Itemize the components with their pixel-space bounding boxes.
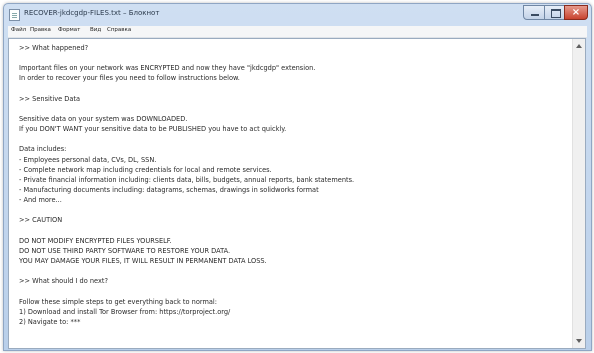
menu-file[interactable]: Файл: [11, 27, 26, 33]
document-line: - Manufacturing documents including: dat…: [19, 185, 319, 194]
menu-help[interactable]: Справка: [107, 27, 131, 33]
close-button[interactable]: ×: [564, 5, 588, 20]
title-bar[interactable]: RECOVER-jkdcgdp-FILES.txt – Блокнот ×: [4, 4, 591, 26]
menu-bar: Файл Правка Формат Вид Справка: [8, 26, 587, 38]
document-line: If you DON'T WANT your sensitive data to…: [19, 125, 287, 134]
window-title: RECOVER-jkdcgdp-FILES.txt – Блокнот: [24, 9, 160, 17]
document-line: - Employees personal data, CVs, DL, SSN.: [19, 155, 157, 164]
scroll-down-icon[interactable]: [576, 339, 582, 343]
vertical-scrollbar[interactable]: [572, 39, 585, 348]
maximize-icon: [551, 9, 561, 18]
notepad-window: RECOVER-jkdcgdp-FILES.txt – Блокнот × Фа…: [3, 3, 592, 351]
document-line: - And more...: [19, 196, 62, 205]
document-line: YOU MAY DAMAGE YOUR FILES, IT WILL RESUL…: [19, 256, 267, 265]
notepad-icon: [9, 9, 20, 21]
document-line: Sensitive data on your system was DOWNLO…: [19, 114, 188, 123]
close-icon: ×: [571, 7, 581, 18]
document-line: - Complete network map including credent…: [19, 165, 272, 174]
menu-format[interactable]: Формат: [58, 27, 80, 33]
document-line: DO NOT MODIFY ENCRYPTED FILES YOURSELF.: [19, 236, 172, 245]
scroll-up-icon[interactable]: [576, 44, 582, 48]
document-line: >> What should I do next?: [19, 277, 108, 286]
document-line: In order to recover your files you need …: [19, 74, 240, 83]
document-line: >> CAUTION: [19, 216, 63, 225]
document-line: 1) Download and install Tor Browser from…: [19, 307, 231, 316]
document-line: Follow these simple steps to get everyth…: [19, 297, 217, 306]
document-line: - Private financial information includin…: [19, 175, 355, 184]
document-line: >> Sensitive Data: [19, 94, 81, 103]
minimize-button[interactable]: [523, 5, 545, 20]
document-line: Data includes:: [19, 145, 67, 154]
text-editor[interactable]: >> What happened? Important files on your…: [8, 38, 586, 349]
document-text[interactable]: >> What happened? Important files on your…: [19, 43, 567, 327]
minimize-icon: [531, 14, 539, 16]
menu-view[interactable]: Вид: [90, 27, 101, 33]
menu-edit[interactable]: Правка: [30, 27, 51, 33]
document-line: Important files on your network was ENCR…: [19, 64, 316, 73]
document-line: DO NOT USE THIRD PARTY SOFTWARE TO RESTO…: [19, 246, 231, 255]
maximize-button[interactable]: [544, 5, 565, 20]
document-line: 2) Navigate to: ***: [19, 317, 81, 326]
document-line: >> What happened?: [19, 44, 89, 52]
